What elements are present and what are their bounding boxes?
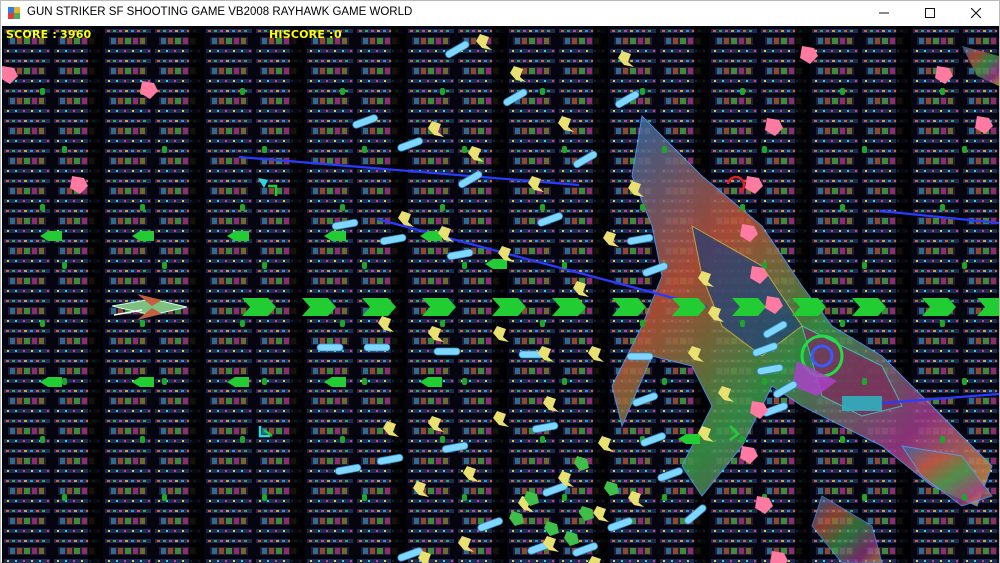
green-pellet bbox=[40, 436, 45, 443]
green-pellet bbox=[640, 88, 645, 95]
green-pellet bbox=[240, 204, 245, 211]
green-pellet bbox=[740, 88, 745, 95]
green-pellet bbox=[562, 494, 567, 501]
green-pellet bbox=[662, 494, 667, 501]
green-pellet bbox=[62, 494, 67, 501]
green-pellet bbox=[362, 146, 367, 153]
green-pellet bbox=[462, 262, 467, 269]
green-pellet bbox=[162, 146, 167, 153]
green-pellet bbox=[40, 204, 45, 211]
green-pellet bbox=[962, 378, 967, 385]
green-pellet bbox=[862, 378, 867, 385]
green-pellet bbox=[262, 262, 267, 269]
enemy-bullet bbox=[433, 347, 461, 356]
maximize-icon bbox=[925, 8, 935, 18]
game-window: GUN STRIKER SF SHOOTING GAME VB2008 RAYH… bbox=[0, 0, 1000, 563]
game-scene bbox=[2, 26, 999, 563]
green-pellet bbox=[562, 378, 567, 385]
green-pellet bbox=[862, 262, 867, 269]
green-pellet bbox=[662, 146, 667, 153]
green-pellet bbox=[140, 436, 145, 443]
green-pellet bbox=[340, 204, 345, 211]
minimize-icon bbox=[879, 12, 889, 14]
green-pellet bbox=[162, 262, 167, 269]
green-pellet bbox=[762, 378, 767, 385]
close-icon bbox=[971, 8, 981, 18]
maximize-button[interactable] bbox=[907, 1, 953, 25]
green-pellet bbox=[962, 494, 967, 501]
green-pellet bbox=[162, 378, 167, 385]
green-pellet bbox=[462, 494, 467, 501]
green-pellet bbox=[462, 146, 467, 153]
hiscore-value: 0 bbox=[334, 28, 342, 41]
green-pellet bbox=[440, 88, 445, 95]
green-pellet bbox=[862, 146, 867, 153]
green-pellet bbox=[740, 320, 745, 327]
green-pellet bbox=[40, 88, 45, 95]
green-pellet bbox=[340, 320, 345, 327]
score-label: SCORE : bbox=[6, 28, 57, 41]
green-pellet bbox=[440, 320, 445, 327]
hud: SCORE : 3960 HISCORE : 0 bbox=[2, 26, 999, 42]
green-pellet bbox=[62, 378, 67, 385]
green-pellet bbox=[640, 204, 645, 211]
green-pellet bbox=[340, 436, 345, 443]
green-pellet bbox=[940, 88, 945, 95]
green-pellet bbox=[662, 378, 667, 385]
green-pellet bbox=[740, 436, 745, 443]
green-pellet bbox=[162, 494, 167, 501]
green-pellet bbox=[562, 146, 567, 153]
green-pellet bbox=[840, 204, 845, 211]
green-pellet bbox=[862, 494, 867, 501]
enemy-bullet bbox=[316, 343, 344, 352]
green-pellet bbox=[362, 262, 367, 269]
green-pellet bbox=[940, 436, 945, 443]
green-pellet bbox=[840, 436, 845, 443]
green-pellet bbox=[240, 436, 245, 443]
green-pellet bbox=[262, 494, 267, 501]
close-button[interactable] bbox=[953, 1, 999, 25]
green-pellet bbox=[640, 320, 645, 327]
green-pellet bbox=[140, 204, 145, 211]
green-pellet bbox=[462, 378, 467, 385]
green-pellet bbox=[762, 146, 767, 153]
green-pellet bbox=[540, 320, 545, 327]
hiscore-label: HISCORE : bbox=[269, 28, 334, 41]
green-pellet bbox=[962, 262, 967, 269]
green-pellet bbox=[240, 88, 245, 95]
green-pellet bbox=[940, 204, 945, 211]
app-icon bbox=[8, 7, 20, 19]
green-pellet bbox=[140, 320, 145, 327]
green-pellet bbox=[562, 262, 567, 269]
title-bar[interactable]: GUN STRIKER SF SHOOTING GAME VB2008 RAYH… bbox=[1, 1, 999, 25]
score-value: 3960 bbox=[60, 28, 92, 41]
green-pellet bbox=[740, 204, 745, 211]
green-pellet bbox=[362, 378, 367, 385]
green-pellet bbox=[340, 88, 345, 95]
green-pellet bbox=[262, 146, 267, 153]
green-pellet bbox=[440, 204, 445, 211]
green-pellet bbox=[540, 436, 545, 443]
window-title: GUN STRIKER SF SHOOTING GAME VB2008 RAYH… bbox=[27, 6, 413, 18]
enemy-bullet bbox=[363, 343, 391, 352]
green-pellet bbox=[240, 320, 245, 327]
green-pellet bbox=[62, 262, 67, 269]
green-pellet bbox=[962, 146, 967, 153]
green-pellet bbox=[940, 320, 945, 327]
green-pellet bbox=[540, 204, 545, 211]
green-pellet bbox=[840, 320, 845, 327]
background-tiles bbox=[2, 26, 999, 563]
green-pellet bbox=[262, 378, 267, 385]
green-pellet bbox=[362, 494, 367, 501]
green-pellet bbox=[840, 88, 845, 95]
green-pellet bbox=[540, 88, 545, 95]
minimize-button[interactable] bbox=[861, 1, 907, 25]
green-pellet bbox=[62, 146, 67, 153]
green-pellet bbox=[40, 320, 45, 327]
enemy-bullet bbox=[626, 352, 654, 361]
game-canvas[interactable]: SCORE : 3960 HISCORE : 0 bbox=[2, 26, 999, 563]
green-pellet bbox=[440, 436, 445, 443]
